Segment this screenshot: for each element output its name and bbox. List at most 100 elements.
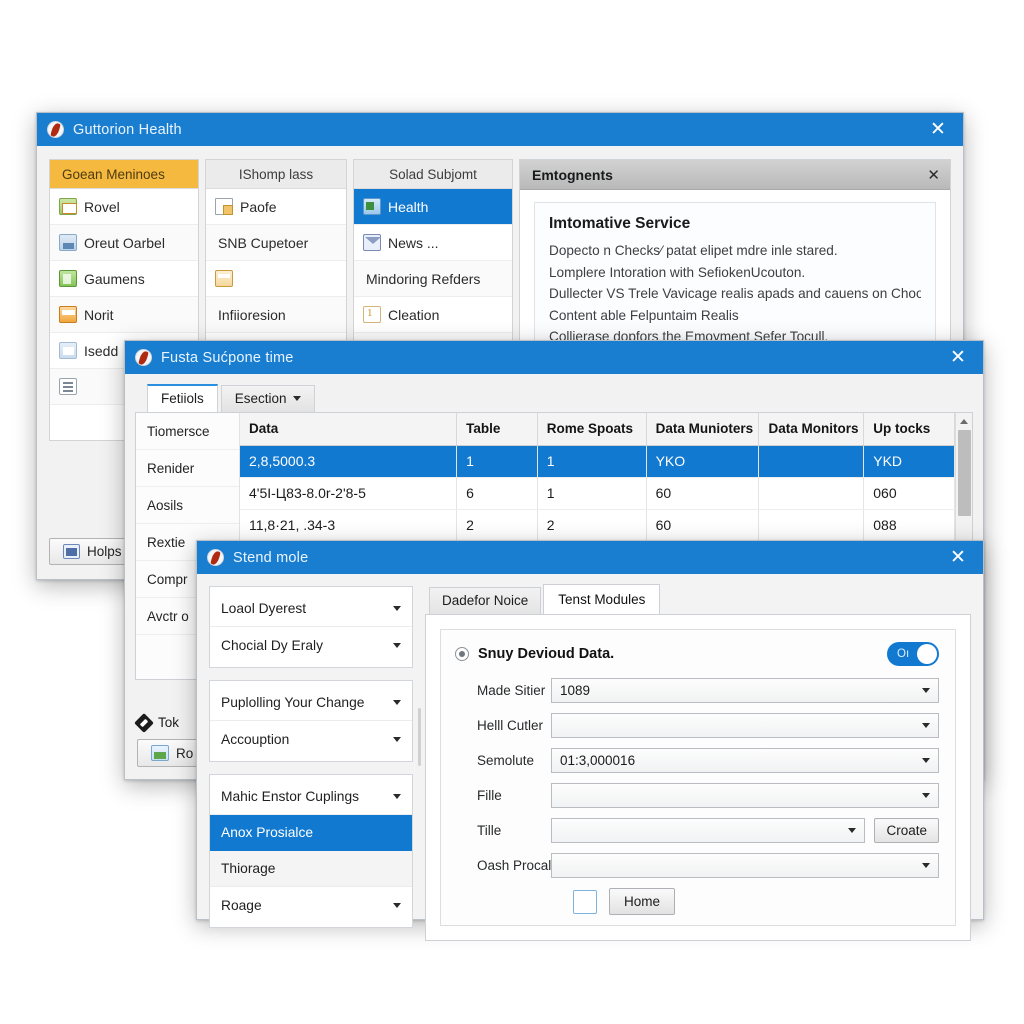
- enable-toggle[interactable]: Oı: [887, 642, 939, 666]
- window2-titlebar[interactable]: Fusta Sućpone time ✕: [125, 341, 983, 374]
- grid-header-cell[interactable]: Table: [456, 413, 538, 446]
- window1-footer: Holps: [49, 538, 136, 565]
- list-item[interactable]: Paofe: [206, 189, 346, 225]
- field-row-semolute: Semolute 01:3,000016: [455, 745, 939, 775]
- window3-left-panel: Loaol Dyerest Chocial Dy Eraly Puplollin…: [209, 586, 413, 928]
- dropdown-chocial-dy-eraly[interactable]: Chocial Dy Eraly: [210, 627, 412, 663]
- detail-pane-close-button[interactable]: ✕: [927, 166, 940, 184]
- form-header: Snuy Devioud Data. Oı: [455, 642, 939, 666]
- folder-icon: [151, 745, 169, 761]
- tab-label: Esection: [234, 391, 287, 406]
- helll-cutler-combo[interactable]: [551, 712, 939, 738]
- tok-label: Tok: [158, 715, 180, 730]
- field-row-oash-procals: Oash Procals: [455, 850, 939, 880]
- tab-fetiiols[interactable]: Fetiiols: [147, 384, 218, 412]
- window2-close-button[interactable]: ✕: [945, 345, 971, 371]
- grid-header-cell[interactable]: Data: [240, 413, 458, 446]
- grid-cell: 60: [646, 477, 760, 510]
- dropdown-roage[interactable]: Roage: [210, 887, 412, 923]
- dropdown-accouption[interactable]: Accouption: [210, 721, 412, 757]
- grid-cell: YKD: [863, 445, 955, 478]
- dropdown-mahic-enstor-cuplings[interactable]: Mahic Enstor Cuplings: [210, 779, 412, 815]
- sidebar-item-renider[interactable]: Renider: [136, 450, 239, 487]
- tab-tenst-modules[interactable]: Tenst Modules: [543, 584, 661, 614]
- tab-esection[interactable]: Esection: [220, 385, 315, 412]
- dropdown-label: Roage: [221, 897, 262, 913]
- window1-titlebar[interactable]: Guttorion Health ✕: [37, 113, 963, 146]
- table-row[interactable]: 11,8·21, .34-3 2 2 60 088: [240, 509, 955, 542]
- fille-combo[interactable]: [551, 782, 939, 808]
- window1-title: Guttorion Health: [73, 121, 182, 138]
- grid-cell: 2: [456, 509, 538, 542]
- semolute-combo[interactable]: 01:3,000016: [551, 747, 939, 773]
- app-green-icon: [59, 270, 77, 287]
- list-item-label: Oreut Oarbel: [84, 234, 165, 251]
- home-button[interactable]: Home: [609, 888, 676, 915]
- panel-splitter[interactable]: [413, 586, 425, 907]
- dropdown-puplolling-your-change[interactable]: Puplolling Your Change: [210, 685, 412, 721]
- grid-cell: 1: [537, 477, 647, 510]
- tab-label: Fetiiols: [161, 391, 204, 406]
- dropdown-group-2: Puplolling Your Change Accouption: [209, 680, 413, 762]
- list-item[interactable]: [206, 261, 346, 297]
- confirm-checkbox[interactable]: [573, 889, 597, 914]
- window3-titlebar[interactable]: Stend mole ✕: [197, 541, 983, 574]
- list-item-thiorage[interactable]: Thiorage: [210, 851, 412, 887]
- oash-procals-combo[interactable]: [551, 852, 939, 878]
- dropdown-label: Mahic Enstor Cuplings: [221, 789, 360, 804]
- data-grid: Data Table Rome Spoats Data Munioters Da…: [240, 413, 955, 542]
- list-item-health[interactable]: Health: [354, 189, 512, 225]
- list-item[interactable]: Oreut Oarbel: [50, 225, 198, 261]
- grid-cell: 60: [646, 509, 760, 542]
- grid-cell: [758, 509, 865, 542]
- list-item-anox-prosialce[interactable]: Anox Prosialce: [210, 815, 412, 851]
- scroll-up-arrow-icon[interactable]: [956, 413, 972, 429]
- dropdown-loaol-dyerest[interactable]: Loaol Dyerest: [210, 591, 412, 627]
- list-item[interactable]: Rovel: [50, 189, 198, 225]
- help-button[interactable]: Holps: [49, 538, 136, 565]
- dropdown-label: Accouption: [221, 731, 290, 747]
- chevron-down-icon: [393, 700, 401, 705]
- sidebar-item-aosils[interactable]: Aosils: [136, 487, 239, 524]
- list-item[interactable]: SNB Cupetoer: [206, 225, 346, 261]
- list-item-label: Thiorage: [221, 861, 276, 876]
- dropdown-label: Chocial Dy Eraly: [221, 637, 323, 653]
- chevron-down-icon: [393, 794, 401, 799]
- dropdown-group-1: Loaol Dyerest Chocial Dy Eraly: [209, 586, 413, 668]
- card-orange-icon: [59, 306, 77, 323]
- tab-dadefor-noice[interactable]: Dadefor Noice: [429, 587, 542, 614]
- app-logo-icon: [47, 121, 64, 138]
- toggle-knob: [917, 644, 937, 664]
- radio-button-icon[interactable]: [455, 647, 469, 661]
- list-item[interactable]: Norit: [50, 297, 198, 333]
- grid-header-cell[interactable]: Data Munioters: [646, 413, 760, 446]
- detail-line: Lomplere Intoration with SefiokenUcouton…: [549, 264, 806, 280]
- list-item[interactable]: Gaumens: [50, 261, 198, 297]
- window2-tabstrip: Fetiiols Esection: [135, 384, 973, 412]
- help-icon: [63, 544, 80, 559]
- window-stend-mole[interactable]: Stend mole ✕ Loaol Dyerest Chocial Dy Er…: [196, 540, 984, 941]
- window3-close-button[interactable]: ✕: [945, 545, 971, 571]
- sidebar-item-tiomersce[interactable]: Tiomersce: [136, 413, 239, 450]
- window1-close-button[interactable]: ✕: [925, 117, 951, 143]
- grid-header-cell[interactable]: Data Monitors: [758, 413, 865, 446]
- list-item[interactable]: Cleation: [354, 297, 512, 333]
- list-item-label: Health: [388, 198, 429, 215]
- grid-header-cell[interactable]: Up tocks: [863, 413, 955, 446]
- tille-combo[interactable]: [551, 817, 866, 843]
- list-item-label: Cleation: [388, 306, 440, 323]
- create-button[interactable]: Croate: [874, 817, 939, 843]
- list-item-label: Anox Prosialce: [221, 825, 314, 840]
- grid-cell: 088: [863, 509, 955, 542]
- list-item[interactable]: Infiioresion: [206, 297, 346, 333]
- field-label: Made Sitier: [477, 682, 546, 698]
- detail-pane-header: Emtognents ✕: [520, 160, 950, 190]
- list-item[interactable]: Mindoring Refders: [354, 261, 512, 297]
- table-row[interactable]: 4'5I-Ц83-8.0r-2'8-5 6 1 60 060: [240, 477, 955, 510]
- table-row[interactable]: 2,8,5000.3 1 1 YKO YKD: [240, 445, 955, 478]
- detail-line: Dopecto n Checks⁄ patat elipet mdre inle…: [549, 243, 838, 258]
- grid-header-cell[interactable]: Rome Spoats: [537, 413, 647, 446]
- list-item[interactable]: News ...: [354, 225, 512, 261]
- made-sitier-combo[interactable]: 1089: [551, 677, 939, 703]
- scrollbar-thumb[interactable]: [958, 430, 971, 516]
